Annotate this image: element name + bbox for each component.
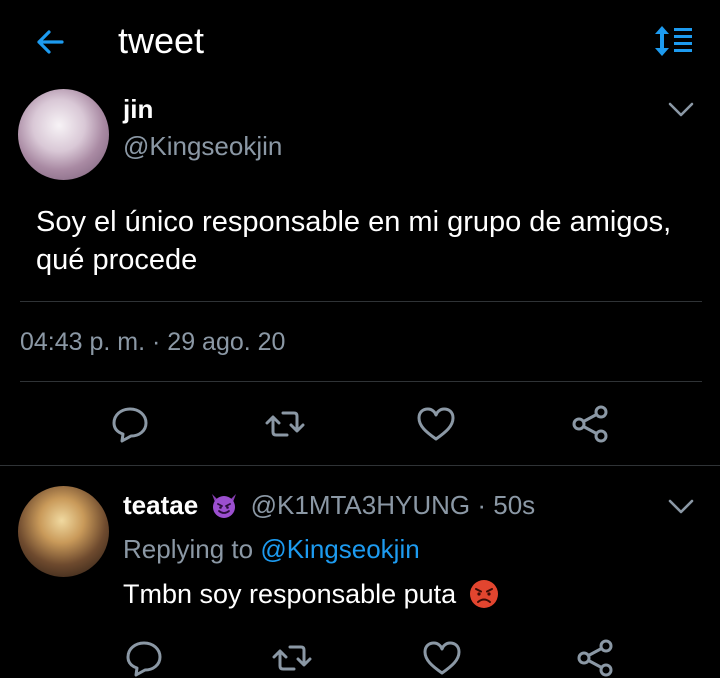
chevron-down-icon[interactable] [668,102,694,118]
reply-icon[interactable] [110,404,150,444]
replying-to-mention[interactable]: @Kingseokjin [260,534,419,564]
reply-author-handle[interactable]: @K1MTA3HYUNG [251,490,471,520]
divider [20,381,702,382]
divider [0,465,720,466]
author-name[interactable]: jin [123,94,153,125]
reply-text-row: Tmbn soy responsable puta [123,578,500,614]
angry-face-emoji-icon [469,580,498,608]
avatar[interactable] [18,89,109,180]
chevron-down-icon[interactable] [668,499,694,515]
page-title: tweet [118,20,205,61]
reply-text: Tmbn soy responsable puta [123,579,457,610]
retweet-icon[interactable] [265,404,305,444]
tweet-text: Soy el único responsable en mi grupo de … [36,206,672,276]
heart-icon[interactable] [422,638,462,678]
divider [20,301,702,302]
reply-author-name[interactable]: teatae [123,490,198,520]
tweet-timestamp[interactable]: 04:43 p. m. · 29 ago. 20 [20,328,285,357]
replying-to-label: Replying to [123,534,254,564]
share-icon[interactable] [570,404,610,444]
retweet-icon[interactable] [272,638,312,678]
reply-icon[interactable] [124,638,164,678]
back-arrow-icon[interactable] [32,24,68,60]
replying-to: Replying to @Kingseokjin [123,534,420,565]
sort-icon[interactable] [652,22,696,60]
author-handle[interactable]: @Kingseokjin [123,131,282,162]
smiling-devil-emoji-icon [212,494,237,519]
avatar[interactable] [18,486,109,577]
share-icon[interactable] [575,638,615,678]
heart-icon[interactable] [416,404,456,444]
reply-header: teatae @K1MTA3HYUNG · 50s [123,490,535,524]
reply-time: · 50s [477,490,536,520]
